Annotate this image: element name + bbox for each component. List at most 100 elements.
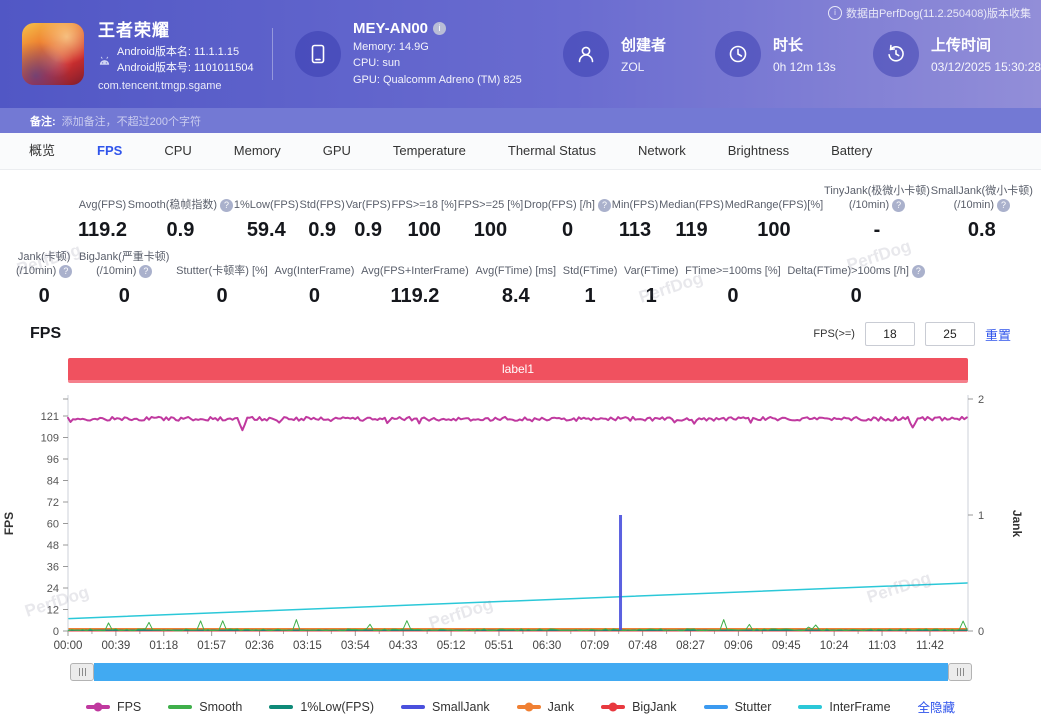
perfdog-report-page: i 数据由PerfDog(11.2.250408)版本收集 王者荣耀 xyxy=(0,0,1041,720)
stat-smooth-value: 0.9 xyxy=(167,219,195,242)
tab-thermal-status[interactable]: Thermal Status xyxy=(487,133,617,169)
stat-avg-interframe-label: Avg(InterFrame) xyxy=(275,250,355,278)
stat-stutter: Stutter(卡顿率) [%]0 xyxy=(176,250,268,308)
tab-network[interactable]: Network xyxy=(617,133,707,169)
stat-avg-ftime-value: 8.4 xyxy=(502,285,530,308)
app-info: 王者荣耀 Android版本名: 11.1 xyxy=(22,16,266,92)
legend-marker-smalljank xyxy=(401,705,425,709)
svg-text:24: 24 xyxy=(47,583,59,595)
stat-jank-value: 0 xyxy=(39,285,50,308)
fps-section-title: FPS xyxy=(30,325,61,343)
device-name: MEY-AN00 xyxy=(353,20,428,37)
stat-1pct-low-fps-value: 59.4 xyxy=(247,219,286,242)
collect-note: i 数据由PerfDog(11.2.250408)版本收集 xyxy=(828,5,1031,21)
stat-jank-label: Jank(卡顿)(/10min)? xyxy=(16,250,72,278)
legend-item-jank[interactable]: Jank xyxy=(517,700,574,714)
remark-label: 备注: xyxy=(30,113,56,129)
report-header: i 数据由PerfDog(11.2.250408)版本收集 王者荣耀 xyxy=(0,0,1041,108)
legend-marker-smooth xyxy=(168,705,192,709)
tab-overview[interactable]: 概览 xyxy=(8,133,76,169)
svg-text:00:39: 00:39 xyxy=(101,640,130,652)
legend-item-stutter[interactable]: Stutter xyxy=(704,700,772,714)
scrollbar-right-grip[interactable] xyxy=(948,663,972,681)
svg-text:10:24: 10:24 xyxy=(820,640,849,652)
legend-label-bigjank: BigJank xyxy=(632,700,676,714)
stat-avg-fps-interframe-value: 119.2 xyxy=(390,285,439,308)
device-cpu: CPU: sun xyxy=(353,55,522,72)
legend-label-fps: FPS xyxy=(117,700,141,714)
stat-1pct-low-fps-label: 1%Low(FPS) xyxy=(234,184,299,212)
remark-bar[interactable]: 备注: 添加备注，不超过200个字符 xyxy=(0,108,1041,133)
upload-label: 上传时间 xyxy=(931,34,1041,55)
legend-item-interframe[interactable]: InterFrame xyxy=(798,700,890,714)
svg-text:36: 36 xyxy=(47,562,59,574)
stat-delta-ftime-value: 0 xyxy=(851,285,862,308)
stat-std-fps: Std(FPS)0.9 xyxy=(300,184,345,242)
help-icon[interactable]: ? xyxy=(912,265,925,278)
collect-note-text: 数据由PerfDog(11.2.250408)版本收集 xyxy=(846,5,1031,21)
tab-memory[interactable]: Memory xyxy=(213,133,302,169)
svg-text:07:48: 07:48 xyxy=(628,640,657,652)
stat-median-fps: Median(FPS)119 xyxy=(659,184,724,242)
legend-label-stutter: Stutter xyxy=(735,700,772,714)
stat-fps-ge-25: FPS>=25 [%]100 xyxy=(458,184,523,242)
help-icon[interactable]: ? xyxy=(598,199,611,212)
creator-info: 创建者 ZOL xyxy=(563,31,715,77)
fps-threshold-input-1[interactable] xyxy=(865,322,915,346)
svg-text:06:30: 06:30 xyxy=(532,640,561,652)
stat-std-ftime-value: 1 xyxy=(585,285,596,308)
svg-text:11:42: 11:42 xyxy=(916,640,944,652)
device-info-icon[interactable]: i xyxy=(433,22,446,35)
scrollbar-left-grip[interactable] xyxy=(70,663,94,681)
app-icon xyxy=(22,23,84,85)
stat-medrange-fps: MedRange(FPS)[%]100 xyxy=(725,184,823,242)
help-icon[interactable]: ? xyxy=(892,199,905,212)
help-icon[interactable]: ? xyxy=(139,265,152,278)
legend-marker-stutter xyxy=(704,705,728,709)
svg-text:01:57: 01:57 xyxy=(197,640,226,652)
scrollbar-track[interactable] xyxy=(94,663,948,681)
clock-icon xyxy=(715,31,761,77)
help-icon[interactable]: ? xyxy=(220,199,233,212)
legend-item-1pct-low-fps[interactable]: 1%Low(FPS) xyxy=(269,700,374,714)
stat-fps-ge-25-label: FPS>=25 [%] xyxy=(458,184,523,212)
hide-all-link[interactable]: 全隐藏 xyxy=(918,697,956,716)
help-icon[interactable]: ? xyxy=(59,265,72,278)
fps-chart[interactable]: 0122436486072849610912101200:0000:3901:1… xyxy=(0,389,1041,661)
fps-threshold-input-2[interactable] xyxy=(925,322,975,346)
stat-fps-ge-18: FPS>=18 [%]100 xyxy=(391,184,456,242)
stat-avg-fps: Avg(FPS)119.2 xyxy=(78,184,127,242)
stat-var-fps-label: Var(FPS) xyxy=(346,184,391,212)
svg-text:12: 12 xyxy=(47,605,59,617)
tab-gpu[interactable]: GPU xyxy=(302,133,372,169)
tab-brightness[interactable]: Brightness xyxy=(707,133,810,169)
legend-item-smooth[interactable]: Smooth xyxy=(168,700,242,714)
stat-smooth: Smooth(稳帧指数)?0.9 xyxy=(128,184,233,242)
chart-range-scrollbar xyxy=(70,663,972,681)
legend-marker-bigjank xyxy=(601,705,625,709)
svg-text:04:33: 04:33 xyxy=(389,640,418,652)
svg-text:05:12: 05:12 xyxy=(437,640,466,652)
app-version-code: Android版本号: 1101011504 xyxy=(117,61,254,77)
stat-medrange-fps-label: MedRange(FPS)[%] xyxy=(725,184,823,212)
tab-battery[interactable]: Battery xyxy=(810,133,893,169)
svg-text:08:27: 08:27 xyxy=(676,640,705,652)
upload-value: 03/12/2025 15:30:28 xyxy=(931,60,1041,74)
tab-temperature[interactable]: Temperature xyxy=(372,133,487,169)
reset-button[interactable]: 重置 xyxy=(985,325,1011,344)
svg-text:00:00: 00:00 xyxy=(54,640,83,652)
legend-item-smalljank[interactable]: SmallJank xyxy=(401,700,490,714)
android-icon xyxy=(98,55,111,67)
stat-smalljank-label: SmallJank(微小卡顿)(/10min)? xyxy=(931,184,1033,212)
help-icon[interactable]: ? xyxy=(997,199,1010,212)
header-divider xyxy=(272,28,273,80)
svg-text:07:09: 07:09 xyxy=(580,640,609,652)
svg-text:0: 0 xyxy=(978,626,984,638)
tab-cpu[interactable]: CPU xyxy=(143,133,212,169)
tab-fps[interactable]: FPS xyxy=(76,133,143,169)
stat-std-ftime: Std(FTime)1 xyxy=(563,250,618,308)
legend-item-bigjank[interactable]: BigJank xyxy=(601,700,676,714)
tab-bar: 概览FPSCPUMemoryGPUTemperatureThermal Stat… xyxy=(0,133,1041,170)
legend-item-fps[interactable]: FPS xyxy=(86,700,141,714)
stat-fps-ge-18-label: FPS>=18 [%] xyxy=(391,184,456,212)
